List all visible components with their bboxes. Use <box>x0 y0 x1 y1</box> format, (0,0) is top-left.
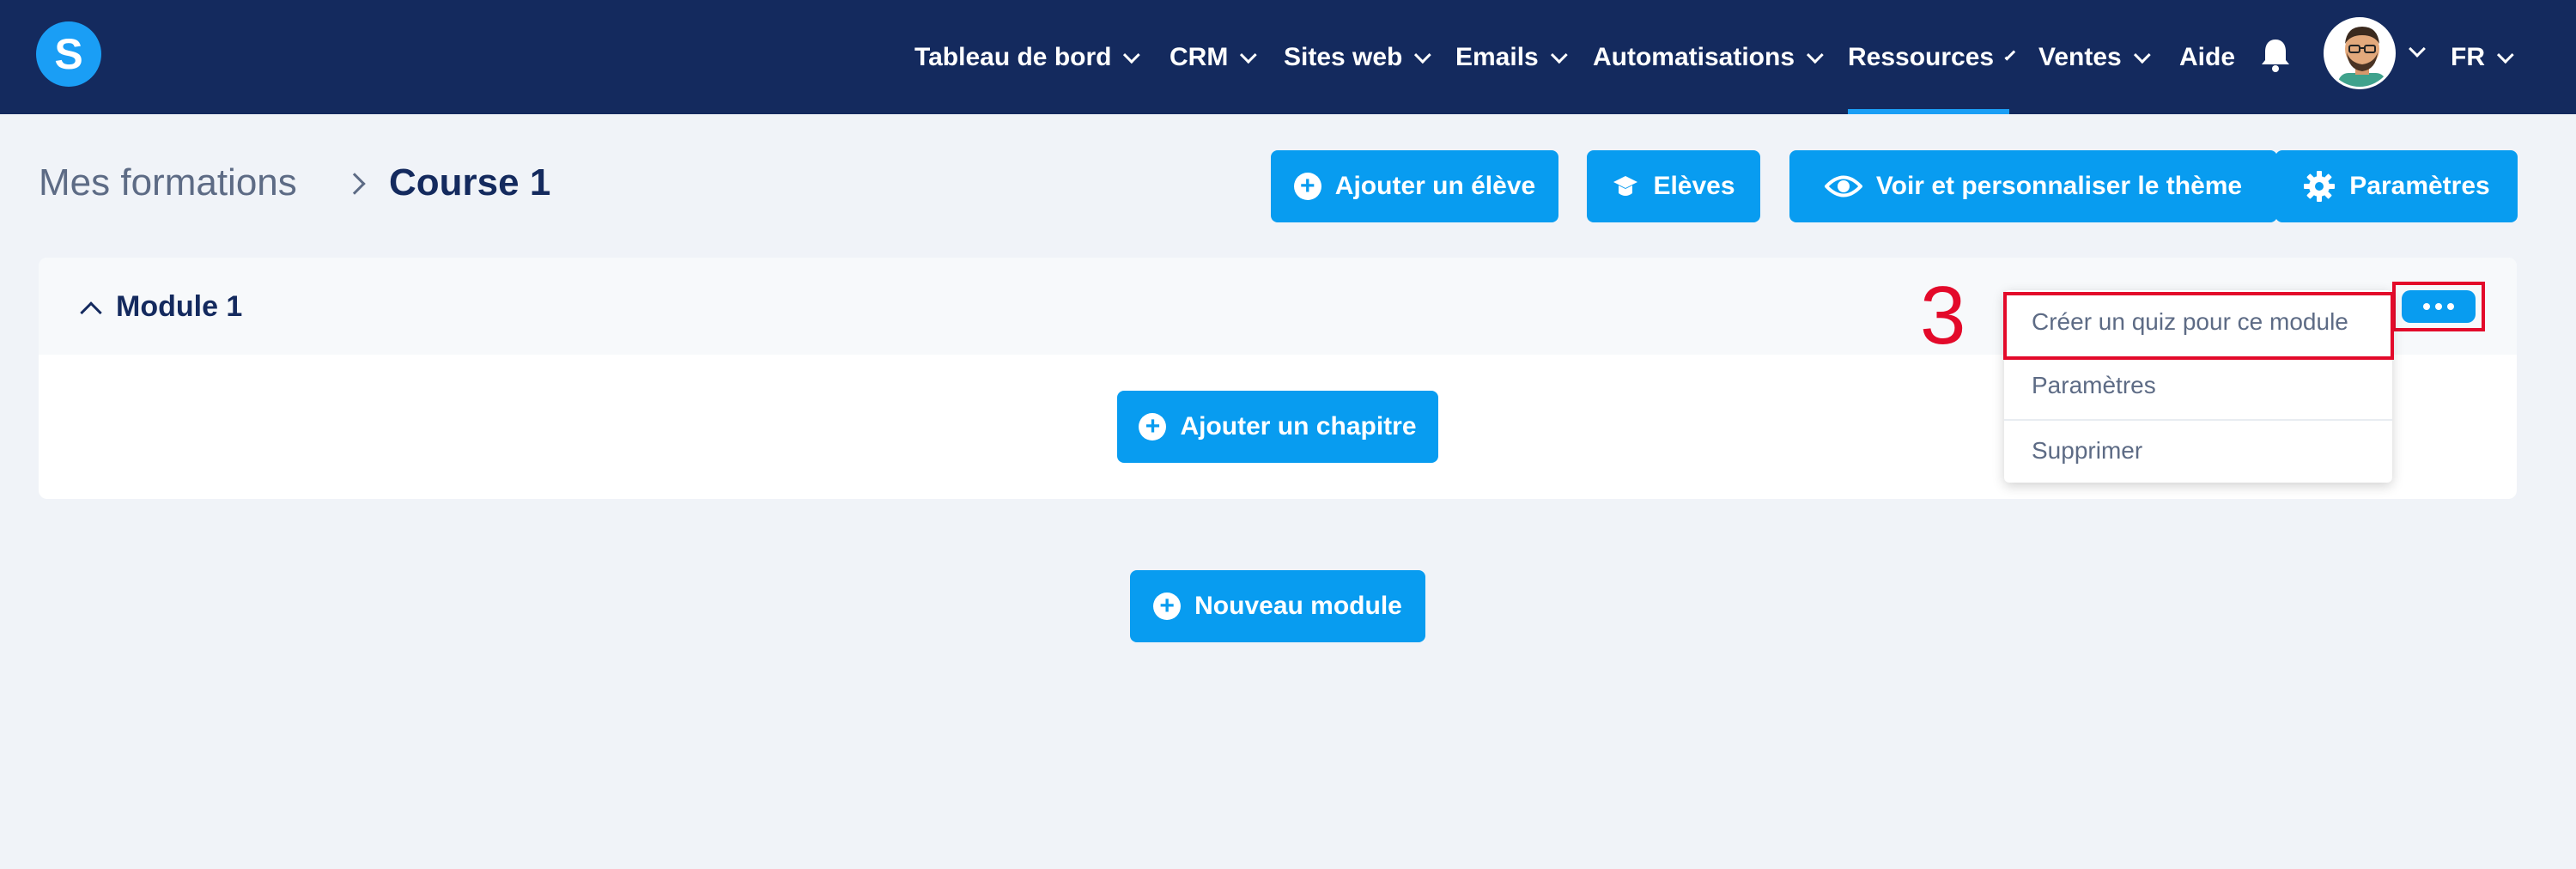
nav-label: Emails <box>1455 42 1539 71</box>
language-selector[interactable]: FR <box>2451 0 2514 114</box>
chevron-down-icon <box>1123 46 1141 64</box>
nav-ressources[interactable]: Ressources <box>1848 0 2016 114</box>
nav-label: Sites web <box>1284 42 1403 71</box>
plus-circle-icon: + <box>1293 173 1321 200</box>
add-chapter-button[interactable]: + Ajouter un chapitre <box>1117 391 1438 463</box>
bell-icon[interactable] <box>2258 36 2293 74</box>
nav-sites-web[interactable]: Sites web <box>1284 0 1432 114</box>
chevron-down-icon <box>2133 46 2151 64</box>
module-title: Module 1 <box>116 290 243 323</box>
plus-circle-icon: + <box>1153 592 1182 620</box>
chevron-down-icon <box>1240 46 1258 64</box>
language-label: FR <box>2451 42 2485 71</box>
eye-icon <box>1824 175 1862 198</box>
add-student-button[interactable]: + Ajouter un élève <box>1271 150 1558 222</box>
nav-label: Tableau de bord <box>914 42 1112 71</box>
chevron-down-icon <box>1414 46 1432 64</box>
new-module-button[interactable]: + Nouveau module <box>1130 570 1425 642</box>
highlight-box <box>2003 292 2394 360</box>
gear-icon <box>2304 171 2336 202</box>
nav-ventes[interactable]: Ventes <box>2038 0 2151 114</box>
page-title: Course 1 <box>389 161 551 204</box>
chevron-right-icon <box>343 173 366 195</box>
button-label: Nouveau module <box>1194 592 1402 620</box>
chevron-down-icon <box>1550 46 1568 64</box>
app-logo[interactable]: S <box>36 21 101 87</box>
nav-label: Automatisations <box>1593 42 1795 71</box>
nav-label: Ventes <box>2038 42 2122 71</box>
nav-label: CRM <box>1170 42 1229 71</box>
button-label: Ajouter un chapitre <box>1180 412 1417 441</box>
chevron-down-icon[interactable] <box>2409 40 2426 58</box>
nav-aide[interactable]: Aide <box>2179 0 2235 114</box>
chevron-down-icon <box>2496 46 2514 64</box>
top-navigation: S Tableau de bord CRM Sites web Emails A… <box>0 0 2576 114</box>
user-avatar[interactable] <box>2324 17 2396 89</box>
chevron-up-icon[interactable] <box>80 301 102 324</box>
menu-item-delete[interactable]: Supprimer <box>2004 419 2392 483</box>
button-label: Voir et personnaliser le thème <box>1875 172 2243 200</box>
settings-button[interactable]: Paramètres <box>2275 150 2518 222</box>
nav-automatisations[interactable]: Automatisations <box>1593 0 1824 114</box>
nav-emails[interactable]: Emails <box>1455 0 1568 114</box>
plus-circle-icon: + <box>1139 413 1167 441</box>
chevron-down-icon <box>1806 46 1824 64</box>
menu-item-settings[interactable]: Paramètres <box>2004 354 2392 417</box>
nav-tableau-de-bord[interactable]: Tableau de bord <box>914 0 1141 114</box>
graduation-cap-icon <box>1613 176 1638 196</box>
nav-label: Ressources <box>1848 42 1995 71</box>
highlight-box <box>2392 282 2485 331</box>
avatar-illustration-icon <box>2326 20 2393 87</box>
nav-crm[interactable]: CRM <box>1170 0 1258 114</box>
button-label: Paramètres <box>2349 172 2490 200</box>
nav-label: Aide <box>2179 42 2236 71</box>
button-label: Ajouter un élève <box>1334 172 1536 200</box>
breadcrumb-parent[interactable]: Mes formations <box>39 161 297 204</box>
button-label: Elèves <box>1653 172 1735 200</box>
step-number: 3 <box>1920 270 1966 362</box>
chevron-down-icon <box>2004 49 2016 60</box>
students-button[interactable]: Elèves <box>1587 150 1760 222</box>
theme-button[interactable]: Voir et personnaliser le thème <box>1789 150 2277 222</box>
